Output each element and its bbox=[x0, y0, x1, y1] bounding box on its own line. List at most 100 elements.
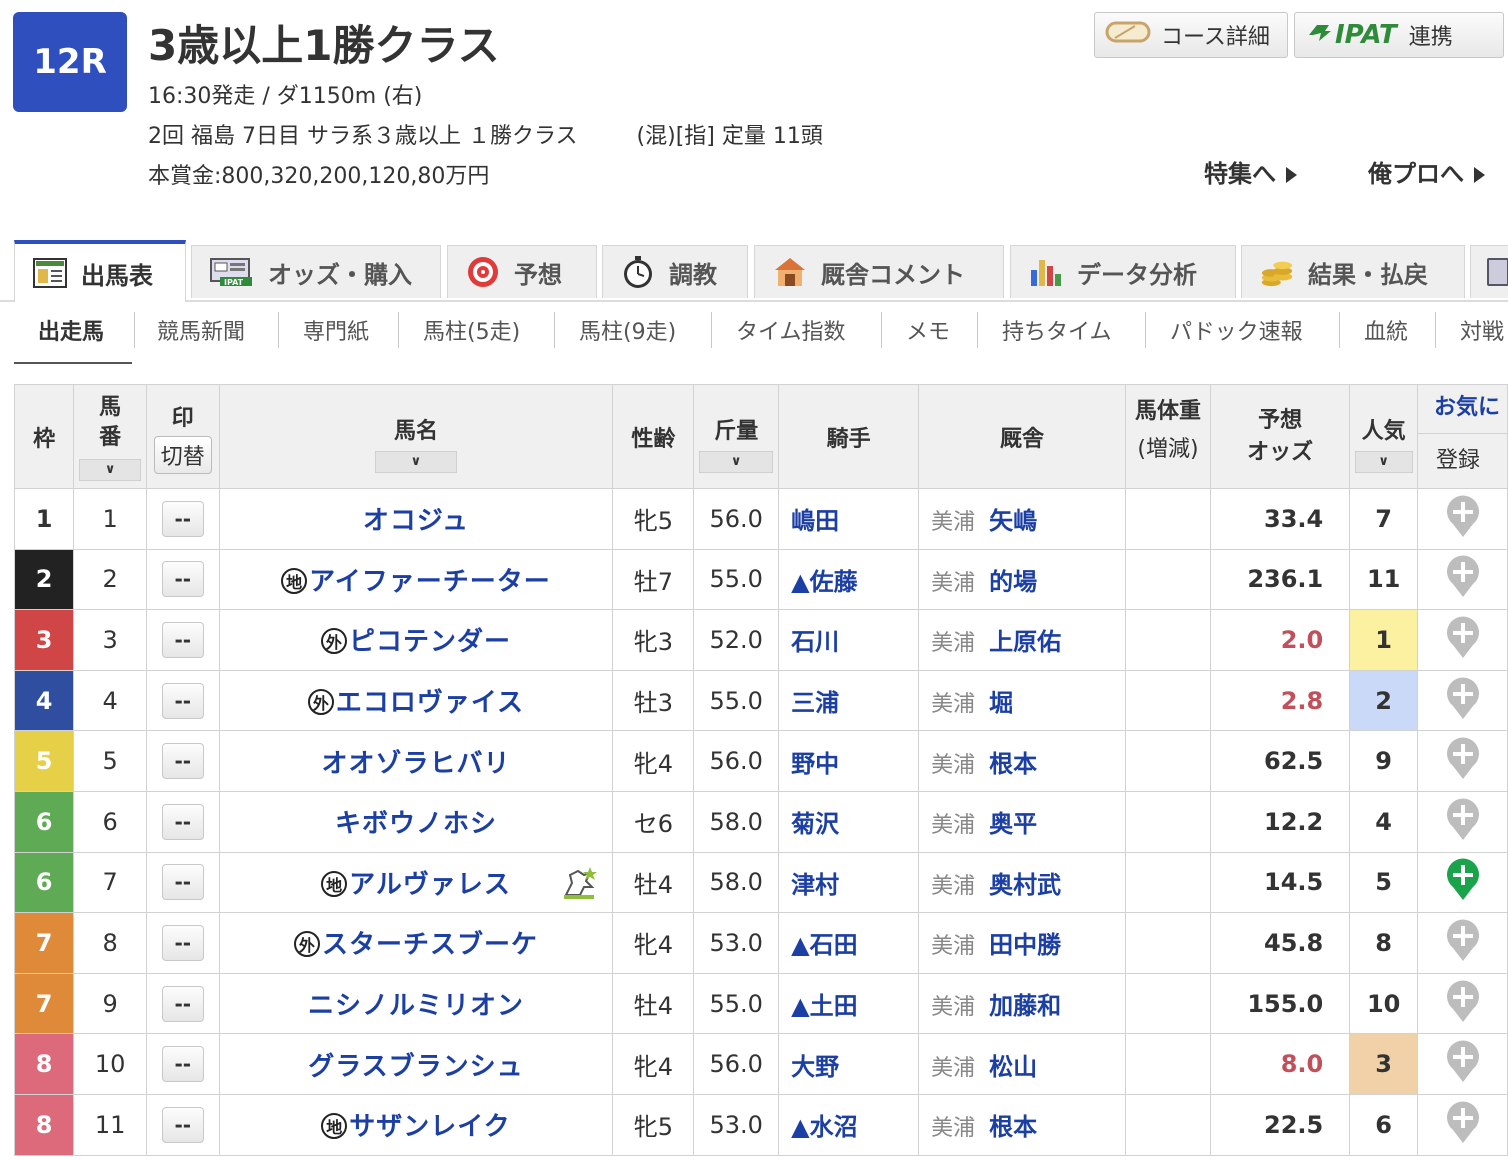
trainer-link[interactable]: 奥村武 bbox=[989, 871, 1061, 899]
subtab-6[interactable]: メモ bbox=[881, 312, 950, 348]
trainer-link[interactable]: 根本 bbox=[989, 750, 1037, 778]
horse-name-link[interactable]: キボウノホシ bbox=[335, 809, 497, 839]
trainer-link[interactable]: 的場 bbox=[989, 568, 1037, 596]
jockey-link[interactable]: 津村 bbox=[791, 871, 839, 899]
sort-pop-button[interactable]: ∨ bbox=[1354, 450, 1413, 473]
jockey-link[interactable]: ▲水沼 bbox=[791, 1113, 857, 1141]
trainer-link[interactable]: 矢嶋 bbox=[989, 507, 1037, 535]
favorite-add-pin-icon[interactable] bbox=[1445, 797, 1481, 847]
subtab-5[interactable]: タイム指数 bbox=[711, 312, 846, 348]
horse-name-link[interactable]: エコロヴァイス bbox=[336, 688, 524, 718]
trainer-link[interactable]: 堀 bbox=[989, 689, 1013, 717]
tab-chokyo[interactable]: 調教 bbox=[602, 245, 748, 298]
subtab-1[interactable]: 競馬新聞 bbox=[134, 312, 245, 348]
subtab-3[interactable]: 馬柱(5走) bbox=[398, 312, 520, 348]
horse-name-link[interactable]: オコジュ bbox=[363, 506, 469, 536]
waku-cell: 5 bbox=[13, 730, 75, 792]
subtab-0[interactable]: 出走馬 bbox=[38, 312, 104, 348]
subtab-2[interactable]: 専門紙 bbox=[278, 312, 369, 348]
jockey-link[interactable]: 大野 bbox=[791, 1053, 839, 1081]
trainer-link[interactable]: 松山 bbox=[989, 1053, 1037, 1081]
favorite-add-pin-icon[interactable] bbox=[1445, 1039, 1481, 1089]
horse-name-link[interactable]: スターチスブーケ bbox=[322, 930, 538, 960]
mark-select-button[interactable]: -- bbox=[161, 1046, 204, 1083]
favorite-add-pin-icon[interactable] bbox=[1445, 615, 1481, 665]
favorite-add-pin-icon[interactable] bbox=[1445, 1100, 1481, 1150]
mark-select-button[interactable]: -- bbox=[161, 743, 204, 780]
tab-label: オッズ・購入 bbox=[268, 260, 412, 289]
favorite-add-pin-icon[interactable] bbox=[1445, 736, 1481, 786]
jockey-link[interactable]: 三浦 bbox=[791, 689, 839, 717]
trainer-link[interactable]: 上原佑 bbox=[989, 628, 1061, 656]
ipat-logo: IPAT bbox=[1335, 20, 1397, 50]
horse-name-link[interactable]: グラスブランシュ bbox=[308, 1052, 523, 1082]
tab-stable-comment[interactable]: 厩舎コメント bbox=[754, 245, 1004, 298]
trainer-cell: 美浦 根本 bbox=[918, 730, 1126, 792]
jockey-link[interactable]: ▲佐藤 bbox=[791, 568, 857, 596]
jockey-link[interactable]: 野中 bbox=[791, 750, 839, 778]
subtab-9[interactable]: 血統 bbox=[1339, 312, 1408, 348]
mark-select-button[interactable]: -- bbox=[161, 621, 204, 658]
horse-name-link[interactable]: オオゾラヒバリ bbox=[321, 749, 510, 779]
jockey-link[interactable]: 石川 bbox=[791, 628, 839, 656]
mark-select-button[interactable]: -- bbox=[161, 1106, 204, 1143]
mark-select-button[interactable]: -- bbox=[161, 864, 204, 901]
jockey-link[interactable]: ▲土田 bbox=[791, 992, 857, 1020]
jockey-link[interactable]: 菊沢 bbox=[791, 810, 839, 838]
trainer-cell: 美浦 上原佑 bbox=[918, 609, 1126, 671]
subtab-10[interactable]: 対戦 bbox=[1435, 312, 1504, 348]
trainer-link[interactable]: 根本 bbox=[989, 1113, 1037, 1141]
orepro-link[interactable]: 俺プロへ bbox=[1368, 154, 1485, 189]
header-weight[interactable]: 斤量 ∨ bbox=[693, 384, 780, 489]
tab-more[interactable] bbox=[1470, 245, 1508, 298]
favorite-add-pin-icon[interactable] bbox=[1445, 554, 1481, 604]
favorite-add-pin-icon[interactable] bbox=[1445, 979, 1481, 1029]
jockey-link[interactable]: ▲石田 bbox=[791, 931, 857, 959]
waku-cell: 6 bbox=[13, 790, 75, 853]
favorite-cell bbox=[1417, 488, 1508, 550]
header-umaban[interactable]: 馬 番 ∨ bbox=[73, 384, 148, 489]
tab-shutsuba[interactable]: 出馬表 bbox=[14, 240, 186, 302]
sort-weight-button[interactable]: ∨ bbox=[699, 450, 774, 473]
feature-link[interactable]: 特集へ bbox=[1204, 154, 1297, 189]
tab-results[interactable]: 結果・払戻 bbox=[1241, 245, 1465, 298]
horse-name-link[interactable]: ピコテンダー bbox=[349, 627, 511, 657]
trainer-cell: 美浦 矢嶋 bbox=[918, 488, 1126, 550]
subtab-8[interactable]: パドック速報 bbox=[1145, 312, 1303, 348]
mark-select-button[interactable]: -- bbox=[161, 500, 204, 537]
horse-name-link[interactable]: アイファーチーター bbox=[309, 567, 551, 597]
trainer-link[interactable]: 田中勝 bbox=[989, 931, 1061, 959]
subtab-7[interactable]: 持ちタイム bbox=[977, 312, 1112, 348]
horse-name-cell: 地アイファーチーター bbox=[218, 548, 614, 611]
jockey-link[interactable]: 嶋田 bbox=[791, 507, 839, 535]
header-name[interactable]: 馬名 ∨ bbox=[218, 384, 614, 489]
course-detail-button[interactable]: コース詳細 bbox=[1094, 12, 1288, 58]
tab-yoso[interactable]: 予想 bbox=[447, 245, 597, 298]
mark-select-button[interactable]: -- bbox=[161, 803, 204, 840]
mark-switch-button[interactable]: 切替 bbox=[153, 435, 212, 474]
horse-name-cell: 外エコロヴァイス bbox=[218, 669, 614, 732]
sort-umaban-button[interactable]: ∨ bbox=[79, 458, 142, 481]
tab-data-analysis[interactable]: データ分析 bbox=[1010, 245, 1236, 298]
trainer-link[interactable]: 奥平 bbox=[989, 810, 1037, 838]
horse-name-link[interactable]: ニシノルミリオン bbox=[308, 991, 524, 1021]
mark-select-button[interactable]: -- bbox=[161, 682, 204, 719]
favorite-added-pin-icon[interactable] bbox=[1445, 857, 1481, 907]
sort-name-button[interactable]: ∨ bbox=[374, 450, 457, 473]
trainer-link[interactable]: 加藤和 bbox=[989, 992, 1061, 1020]
favorite-add-pin-icon[interactable] bbox=[1445, 676, 1481, 726]
header-fav-label[interactable]: お気に bbox=[1418, 386, 1507, 434]
tab-odds[interactable]: IPAT オッズ・購入 bbox=[191, 245, 441, 298]
horse-name-link[interactable]: サザンレイク bbox=[349, 1112, 510, 1142]
jockey-cell: ▲佐藤 bbox=[778, 548, 920, 611]
mark-select-button[interactable]: -- bbox=[161, 985, 204, 1022]
favorite-add-pin-icon[interactable] bbox=[1445, 918, 1481, 968]
ipat-link-button[interactable]: IPAT 連携 bbox=[1294, 12, 1504, 58]
horse-name-cell: 外ピコテンダー bbox=[218, 609, 614, 671]
mark-select-button[interactable]: -- bbox=[161, 561, 204, 598]
subtab-4[interactable]: 馬柱(9走) bbox=[554, 312, 676, 348]
horse-name-link[interactable]: アルヴァレス bbox=[349, 870, 511, 900]
mark-select-button[interactable]: -- bbox=[161, 924, 204, 961]
header-pop[interactable]: 人気 ∨ bbox=[1349, 384, 1419, 489]
favorite-add-pin-icon[interactable] bbox=[1445, 494, 1481, 544]
